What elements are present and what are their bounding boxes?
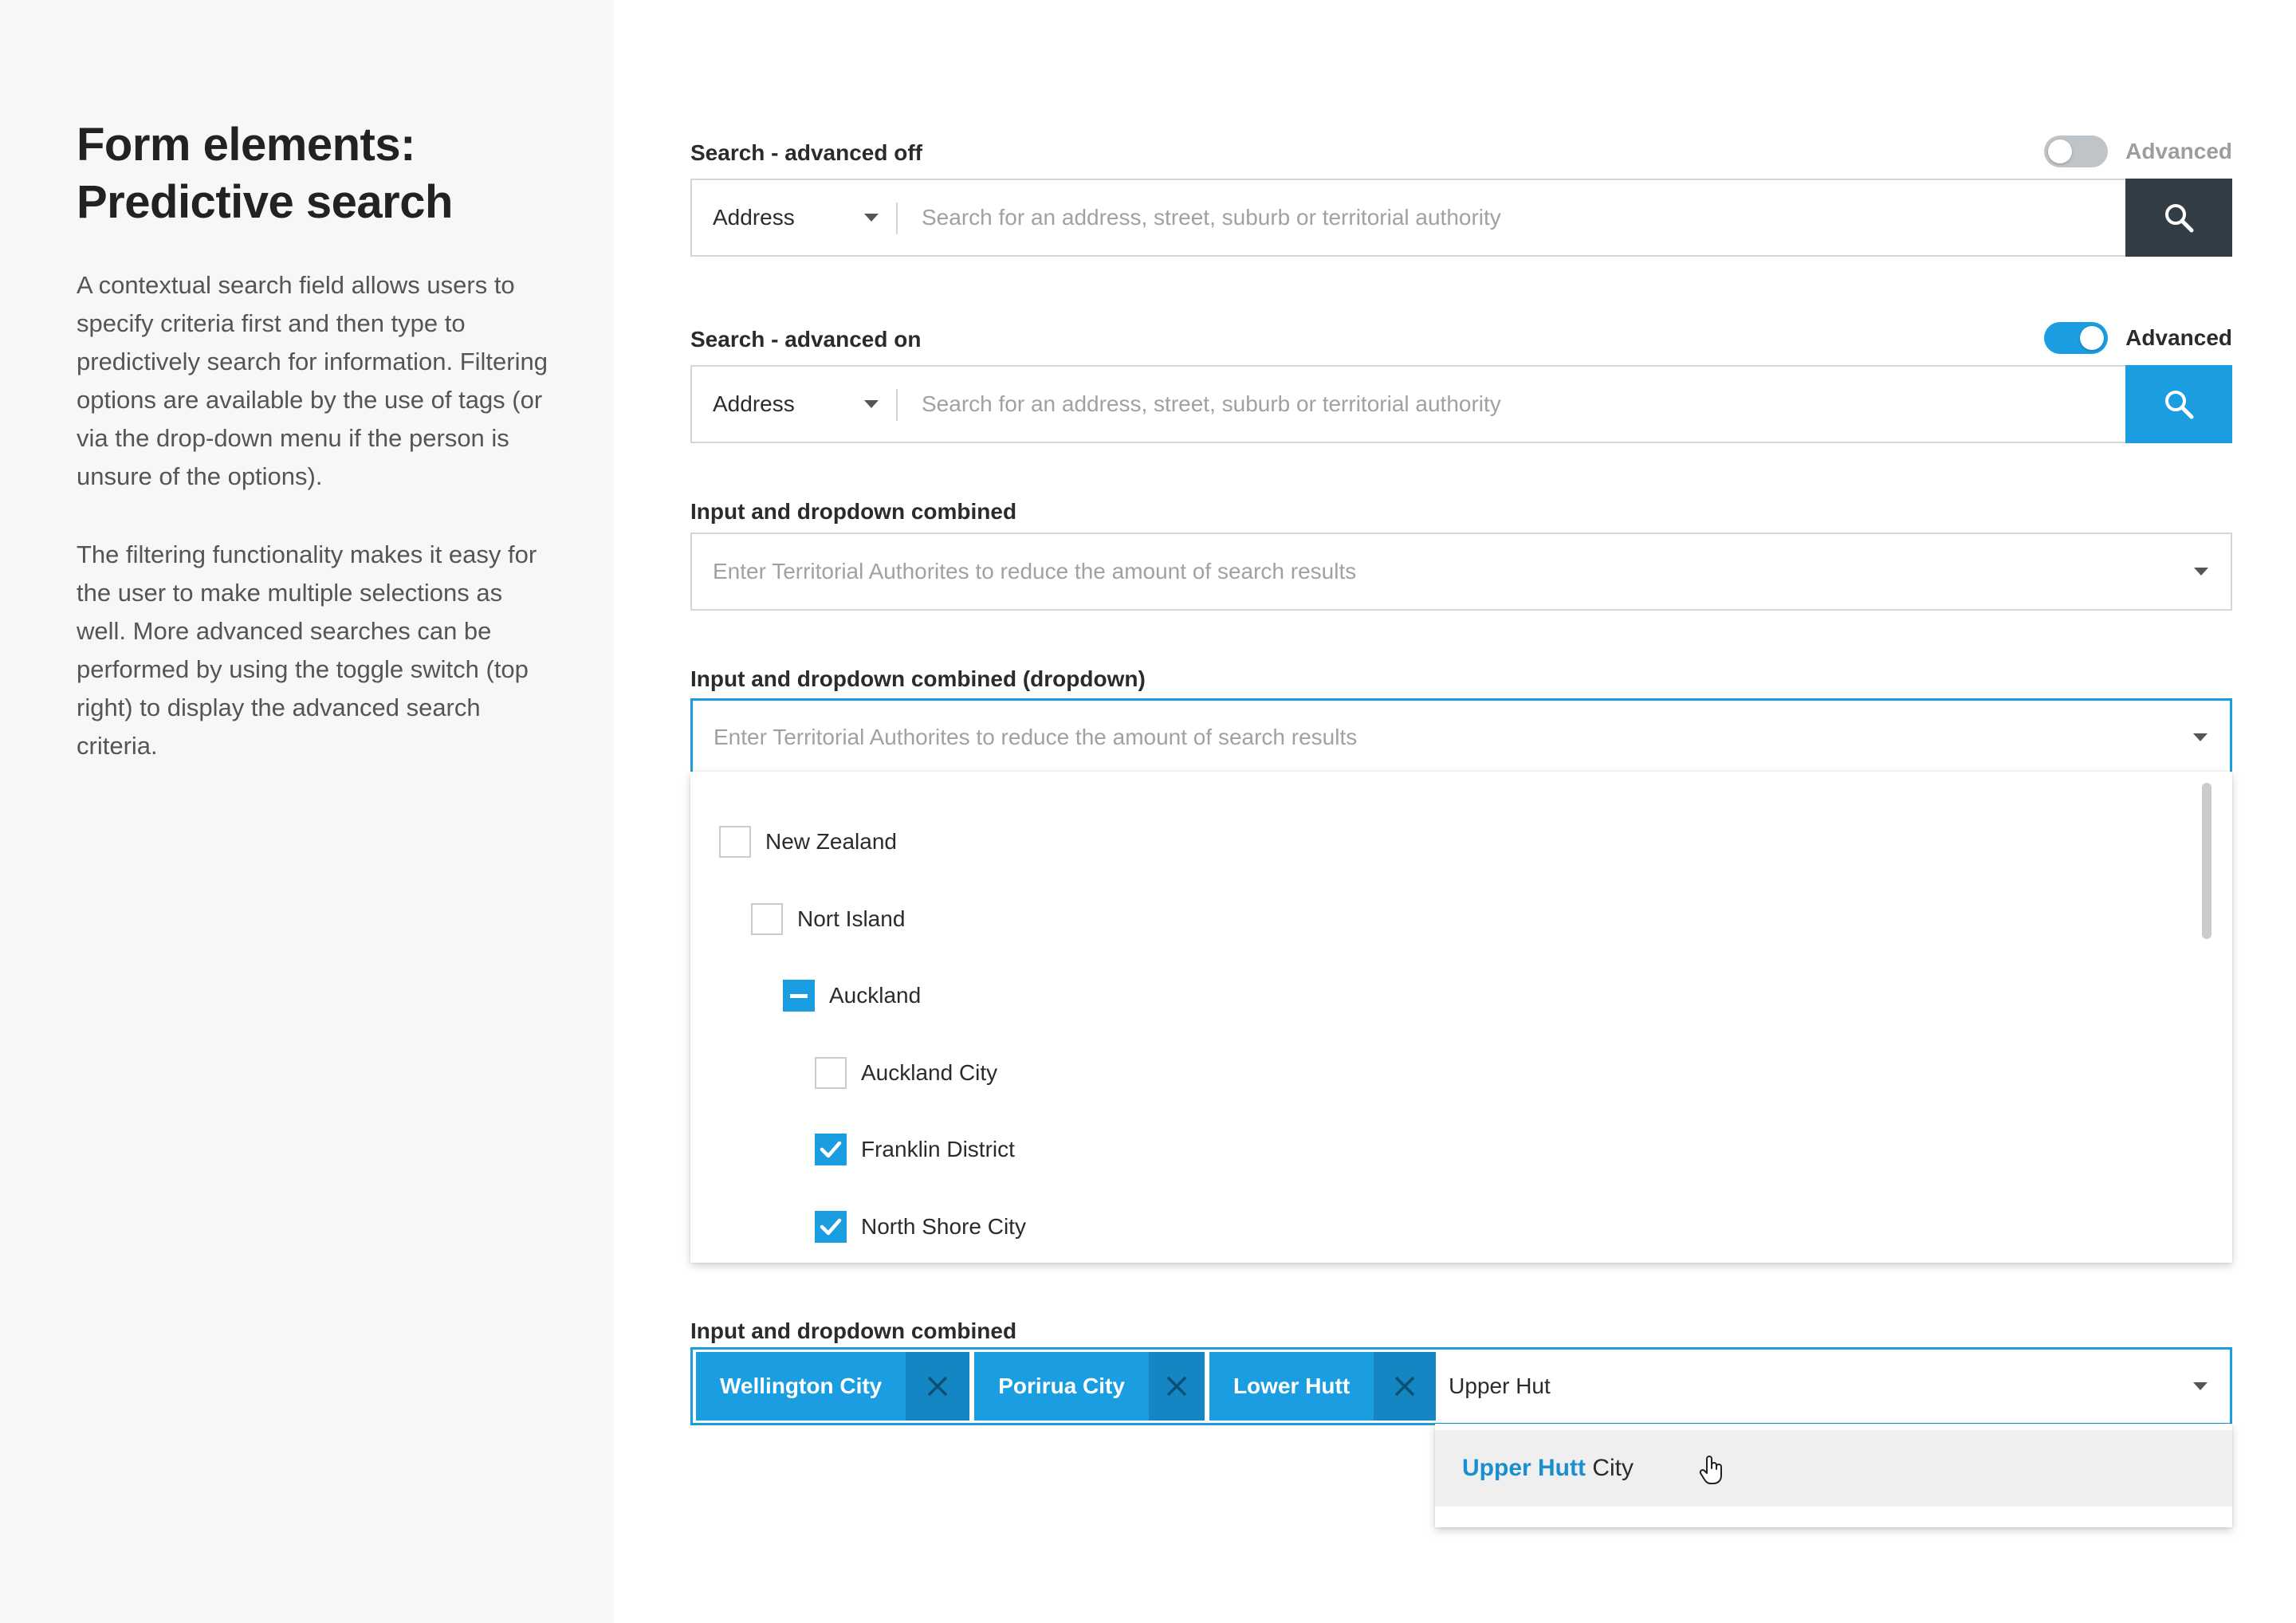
checkbox-checked[interactable] [815,1211,847,1243]
chevron-down-icon[interactable] [2193,1382,2208,1390]
search-button[interactable] [2125,365,2232,443]
description-paragraph-1: A contextual search field allows users t… [77,271,548,490]
checkbox-checked[interactable] [815,1134,847,1165]
tree-item-label: Nort Island [797,906,906,931]
dropdown-tree-panel: New Zealand Nort Island Auckland Aucklan… [690,772,2232,1263]
page: Form elements: Predictive search A conte… [0,0,2296,1623]
search-button[interactable] [2125,179,2232,257]
search-icon [2165,391,2194,419]
tree-item-auckland-city[interactable]: Auckland City [815,1055,997,1091]
tag-remove-button[interactable] [1148,1352,1205,1421]
tree-item-label: North Shore City [861,1214,1026,1239]
suggestion-dropdown: Upper Hutt City [1435,1424,2232,1527]
territorial-authority-input[interactable] [693,701,2193,774]
chevron-down-icon [864,400,879,408]
toggle-switch[interactable] [2044,136,2109,167]
tree-item-north-shore-city[interactable]: North Shore City [815,1209,1026,1244]
chevron-down-icon[interactable] [2194,568,2208,576]
search-off-label: Search - advanced off [690,140,922,165]
tree-item-new-zealand[interactable]: New Zealand [719,824,897,859]
advanced-toggle-off[interactable]: Advanced [2044,136,2232,167]
search-on-label: Search - advanced on [690,327,922,352]
description-paragraph-2: The filtering functionality makes it eas… [77,540,537,760]
territorial-authority-tag-input: Wellington City Porirua City Lower Hutt [690,1347,2232,1425]
close-icon [928,1376,948,1397]
suggestion-rest-text: City [1585,1455,1634,1481]
territorial-authority-combo [690,532,2232,611]
tree-item-label: Auckland City [861,1060,998,1085]
search-type-select[interactable]: Address [692,367,898,442]
page-title: Form elements: Predictive search [77,119,453,228]
hand-pointer-icon [1699,1456,1722,1484]
chevron-down-icon[interactable] [2193,733,2208,741]
search-icon [2165,204,2194,233]
toggle-knob [2048,140,2073,163]
close-icon [1394,1376,1415,1397]
search-type-value: Address [713,205,795,230]
search-type-value: Address [713,391,795,416]
checkbox-partial[interactable] [783,980,815,1012]
territorial-authority-combo-open [690,698,2232,776]
search-bar-advanced-on: Address [690,365,2232,443]
tree-item-auckland[interactable]: Auckland [783,978,921,1013]
suggestion-match-text: Upper Hutt [1462,1455,1586,1481]
sidebar: Form elements: Predictive search A conte… [0,0,614,1623]
tree-item-franklin-district[interactable]: Franklin District [815,1132,1015,1167]
tree-item-label: Franklin District [861,1137,1015,1161]
scrollbar-thumb[interactable] [2202,783,2211,939]
tree-item-label: New Zealand [765,829,897,854]
toggle-label: Advanced [2125,325,2232,350]
check-icon [820,1218,842,1236]
tree-item-north-island[interactable]: Nort Island [751,902,905,937]
checkbox-unchecked[interactable] [815,1057,847,1089]
tag-remove-button[interactable] [906,1352,970,1421]
checkbox-unchecked[interactable] [719,826,751,858]
suggestion-item[interactable]: Upper Hutt City [1435,1430,2232,1507]
tag-label: Wellington City [720,1373,883,1398]
tag-label: Lower Hutt [1233,1373,1350,1398]
toggle-label: Advanced [2125,139,2232,163]
check-icon [820,1141,842,1158]
advanced-toggle-on[interactable]: Advanced [2044,322,2232,354]
combo-label: Input and dropdown combined [690,499,1017,524]
tag-label: Porirua City [998,1373,1125,1398]
tag-wellington-city: Wellington City [696,1352,970,1421]
tag-porirua-city: Porirua City [974,1352,1205,1421]
tag-lower-hutt: Lower Hutt [1209,1352,1437,1421]
close-icon [1166,1376,1187,1397]
tag-remove-button[interactable] [1374,1352,1437,1421]
combo-dropdown-label: Input and dropdown combined (dropdown) [690,666,1146,691]
tag-search-input[interactable] [1441,1350,2193,1423]
search-type-select[interactable]: Address [692,180,898,255]
toggle-switch[interactable] [2044,322,2109,354]
search-input[interactable] [898,180,2125,255]
combo-tags-label: Input and dropdown combined [690,1318,1017,1343]
search-bar-advanced-off: Address [690,179,2232,257]
checkbox-unchecked[interactable] [751,903,783,935]
tree-item-label: Auckland [829,983,922,1008]
search-input[interactable] [898,367,2125,442]
toggle-knob [2080,326,2105,350]
chevron-down-icon [864,214,879,222]
territorial-authority-input[interactable] [692,534,2194,609]
minus-icon [790,993,808,998]
